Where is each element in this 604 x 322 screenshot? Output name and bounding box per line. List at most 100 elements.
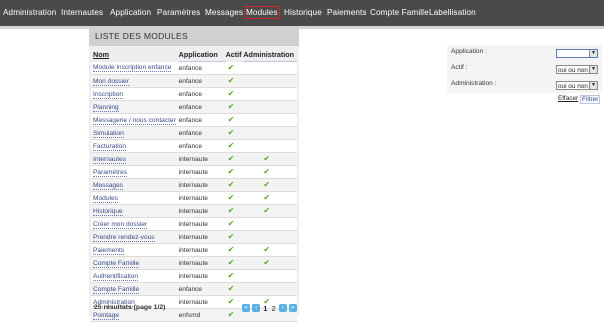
table-row: Simulation enfance ✔ (91, 126, 297, 140)
module-name-link[interactable]: Prendre rendez-vous (93, 233, 155, 242)
module-name-link[interactable]: Internautes (93, 155, 126, 164)
table-row: Internautes internaute ✔ ✔ (91, 152, 297, 166)
cell-application: internaute (178, 256, 226, 270)
effacer-button[interactable]: Effacer (558, 95, 578, 102)
nav-item-parametres[interactable]: Paramètres (157, 8, 200, 17)
check-icon: ✔ (263, 180, 271, 189)
module-name-link[interactable]: Planning (93, 103, 119, 112)
prev-page-icon[interactable]: ‹ (252, 304, 261, 313)
module-name-link[interactable]: Historique (93, 207, 123, 216)
cell-nom: Paiements (91, 243, 179, 257)
table-row: Module inscription enfance enfance ✔ (91, 61, 297, 75)
nav-item-internautes[interactable]: Internautes (61, 8, 103, 17)
filter-administration-select[interactable]: oui ou non ▼ (556, 81, 598, 90)
cell-administration (243, 100, 297, 114)
cell-administration (243, 139, 297, 153)
check-icon: ✔ (227, 167, 235, 176)
cell-actif: ✔ (225, 243, 244, 257)
cell-application: enfance (178, 61, 226, 75)
chevron-down-icon: ▼ (589, 50, 597, 57)
check-icon: ✔ (227, 193, 235, 202)
module-name-link[interactable]: Compte Famille (93, 285, 140, 294)
cell-application: internaute (178, 165, 226, 179)
cell-actif: ✔ (225, 165, 244, 179)
page-number-link[interactable]: 2 (271, 304, 275, 313)
table-row: Planning enfance ✔ (91, 100, 297, 114)
cell-nom: Prendre rendez-vous (91, 230, 179, 244)
cell-nom: Messages (91, 178, 179, 192)
filter-application-select[interactable]: ▼ (556, 49, 598, 58)
cell-application: internaute (178, 217, 226, 231)
filter-administration-label: Administration : (451, 80, 497, 87)
module-name-link[interactable]: Mon dossier (93, 77, 129, 86)
table-row: Modules internaute ✔ ✔ (91, 191, 297, 205)
module-name-link[interactable]: Facturation (93, 142, 126, 151)
module-name-link[interactable]: Paiements (93, 246, 125, 255)
module-name-link[interactable]: Authentification (93, 272, 139, 281)
table-row: Paiements internaute ✔ ✔ (91, 243, 297, 257)
nav-item-paiements[interactable]: Paiements (327, 8, 367, 17)
module-name-link[interactable]: Messages (93, 181, 124, 190)
module-name-link[interactable]: Compte Famille (93, 259, 140, 268)
table-row: Facturation enfance ✔ (91, 139, 297, 153)
filtrer-button[interactable]: Filtrer (580, 95, 601, 104)
nav-item-modules[interactable]: Modules (244, 6, 280, 19)
table-row: Messagerie / nous contacter enfance ✔ (91, 113, 297, 127)
column-header-nom[interactable]: Nom (91, 48, 179, 62)
module-name-link[interactable]: Modules (93, 194, 118, 203)
cell-application: internaute (178, 191, 226, 205)
cell-actif: ✔ (225, 126, 244, 140)
check-icon: ✔ (227, 62, 235, 72)
cell-nom: Historique (91, 204, 179, 218)
check-icon: ✔ (227, 154, 235, 163)
cell-administration (243, 217, 297, 231)
cell-administration: ✔ (243, 204, 297, 218)
first-page-icon[interactable]: « (242, 304, 250, 313)
check-icon: ✔ (227, 219, 235, 228)
cell-nom: Module inscription enfance (91, 61, 179, 75)
table-header-row: Nom Application Actif Administration (91, 48, 297, 62)
cell-nom: Mon dossier (91, 74, 179, 88)
cell-administration (243, 113, 297, 127)
cell-administration: ✔ (243, 243, 297, 257)
cell-actif: ✔ (225, 217, 244, 231)
filter-actif-select[interactable]: oui ou non ▼ (556, 65, 598, 74)
check-icon: ✔ (227, 76, 235, 85)
nav-item-administration[interactable]: Administration (3, 8, 56, 17)
check-icon: ✔ (227, 180, 235, 189)
module-name-link[interactable]: Inscription (93, 90, 124, 99)
cell-application: enfance (178, 282, 226, 296)
module-name-link[interactable]: Créer mon dossier (93, 220, 148, 229)
cell-actif: ✔ (225, 61, 244, 75)
nav-item-labellisation[interactable]: Labellisation (429, 8, 476, 17)
nav-item-compte-famille[interactable]: Compte Famille (370, 8, 429, 17)
cell-application: enfance (178, 87, 226, 101)
cell-application: internaute (178, 269, 226, 283)
check-icon: ✔ (227, 271, 235, 280)
module-name-link[interactable]: Messagerie / nous contacter (93, 116, 176, 125)
column-header-administration: Administration (243, 48, 297, 62)
module-name-link[interactable]: Paramètres (93, 168, 128, 177)
nav-item-historique[interactable]: Historique (284, 8, 322, 17)
next-page-icon[interactable]: › (278, 304, 287, 313)
cell-nom: Messagerie / nous contacter (91, 113, 179, 127)
cell-administration: ✔ (243, 165, 297, 179)
nav-item-application[interactable]: Application (110, 8, 151, 17)
cell-administration: ✔ (243, 191, 297, 205)
last-page-icon[interactable]: » (288, 304, 297, 313)
cell-administration: ✔ (243, 152, 297, 166)
module-name-link[interactable]: Module inscription enfance (93, 64, 172, 73)
check-icon: ✔ (227, 206, 235, 215)
nav-item-messages[interactable]: Messages (205, 8, 243, 17)
cell-administration: ✔ (243, 178, 297, 192)
cell-administration (243, 126, 297, 140)
cell-nom: Compte Famille (91, 256, 179, 270)
pager: « ‹ 1 2 › » (242, 303, 297, 313)
module-name-link[interactable]: Simulation (93, 129, 124, 138)
table-row: Compte Famille enfance ✔ (91, 282, 297, 296)
column-header-actif: Actif (225, 50, 242, 60)
cell-administration (243, 269, 297, 283)
table-row: Prendre rendez-vous internaute ✔ (91, 230, 297, 244)
cell-actif: ✔ (225, 191, 244, 205)
cell-nom: Authentification (91, 269, 179, 283)
